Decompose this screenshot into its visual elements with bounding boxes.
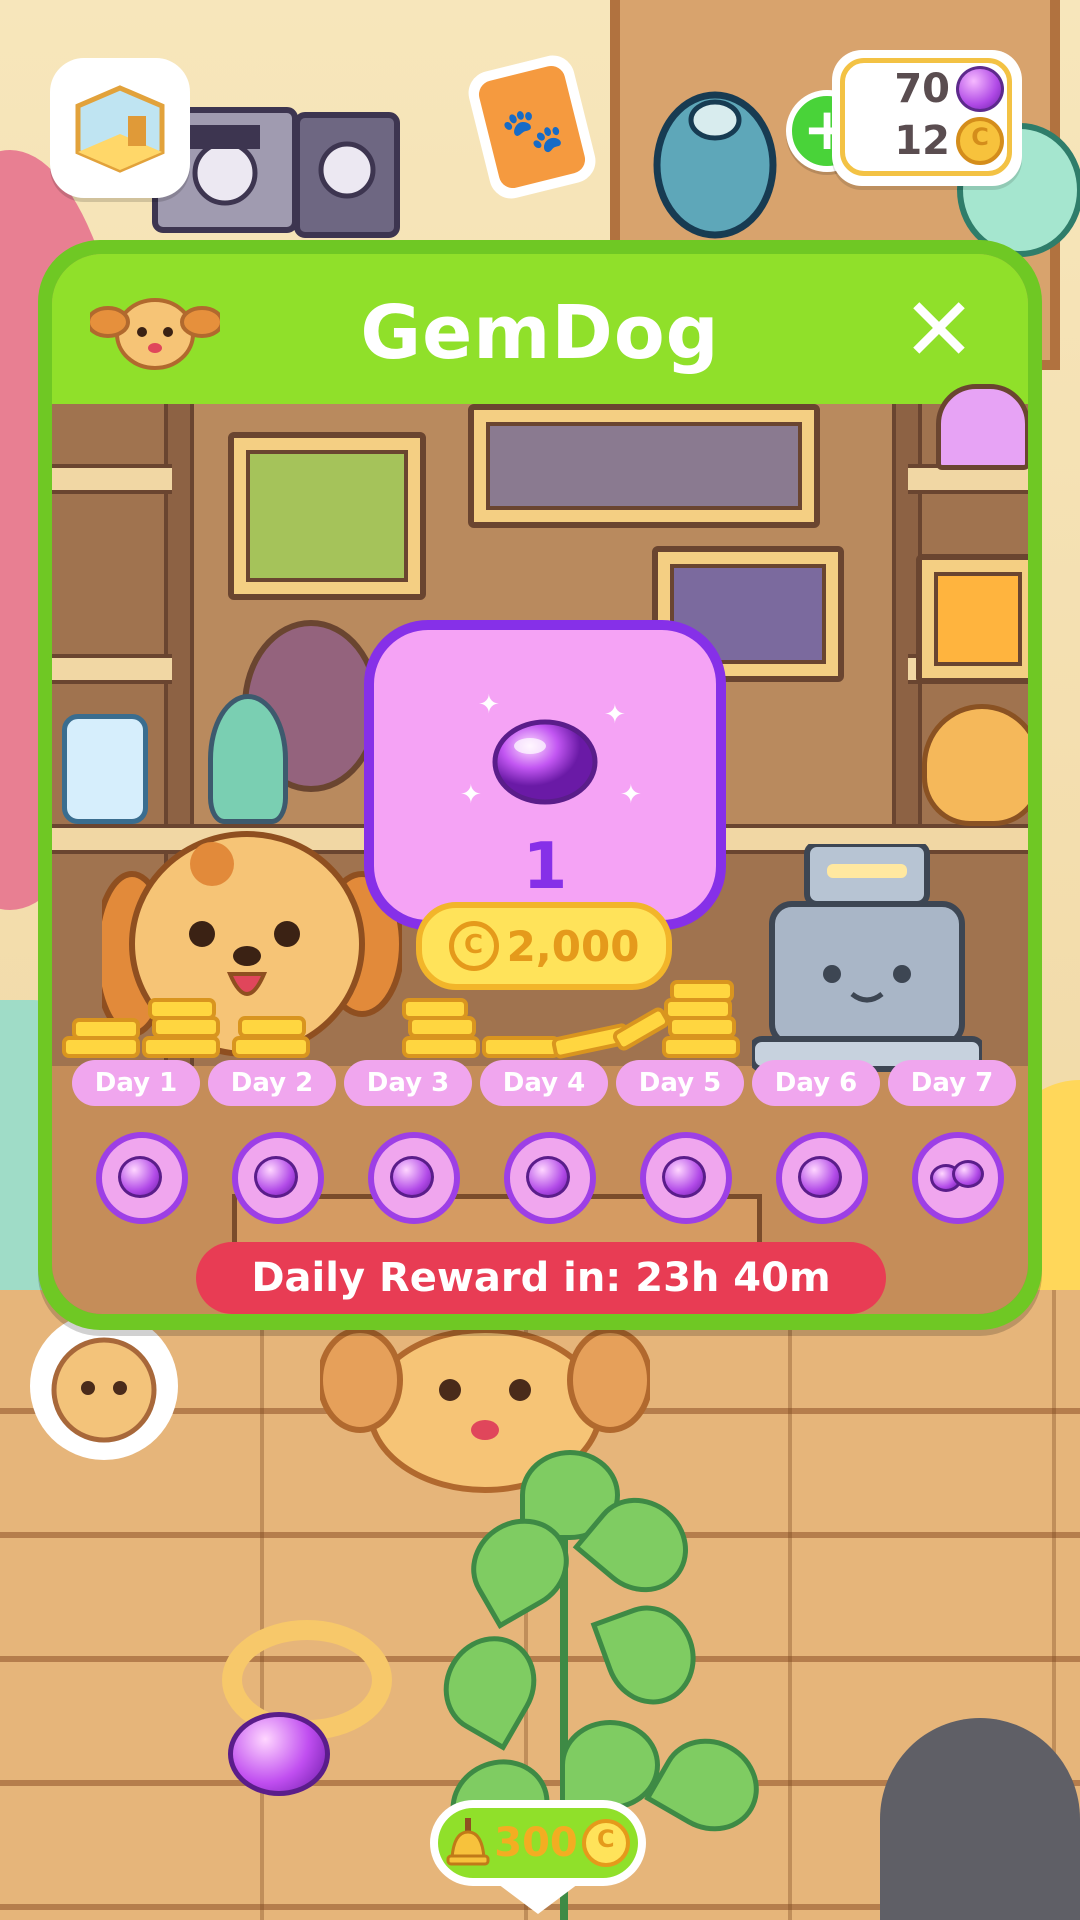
cat-portrait-button[interactable] [30, 1312, 178, 1460]
coin-icon: C [956, 117, 1004, 165]
buy-price-button[interactable]: C 2,000 [416, 902, 672, 990]
day-6-reward: Day 6 [752, 1060, 880, 1224]
bell-icon [446, 1818, 490, 1866]
coin-balance: 12 C [894, 116, 1004, 166]
sparkle-icon: ✦ [460, 780, 482, 810]
modal-title: GemDog [360, 290, 720, 376]
gray-robot-creature [880, 1718, 1080, 1920]
gem-dome [936, 384, 1028, 470]
gem-icon [254, 1156, 298, 1198]
sparkle-icon: ✦ [604, 700, 626, 730]
gem-icon [118, 1156, 162, 1198]
modal-header: GemDog ✕ [52, 254, 1028, 404]
room-cube-icon [75, 85, 165, 173]
day-gem-badge [640, 1132, 732, 1224]
coin-count: 12 [894, 118, 950, 164]
day-gem-pile-badge [912, 1132, 1004, 1224]
gem-icon [390, 1156, 434, 1198]
close-button[interactable]: ✕ [898, 286, 980, 374]
day-gem-badge [368, 1132, 460, 1224]
gem-sack [922, 704, 1028, 826]
sparkle-icon: ✦ [620, 780, 642, 810]
milk-jar [62, 714, 148, 824]
price-value: 2,000 [506, 921, 640, 971]
cash-register [752, 844, 982, 1072]
gem-icon [492, 719, 598, 805]
day-7-reward: Day 7 [888, 1060, 1016, 1224]
blue-owl-creature [653, 91, 777, 239]
day-1-reward: Day 1 [72, 1060, 200, 1224]
reward-quantity: 1 [522, 830, 568, 904]
day-5-reward: Day 5 [616, 1060, 744, 1224]
day-gem-badge [232, 1132, 324, 1224]
close-icon: ✕ [902, 278, 976, 381]
fish-painting [916, 554, 1028, 684]
day-label: Day 2 [208, 1060, 336, 1106]
bell-cost: 300 [494, 1820, 578, 1866]
cat-face-icon [51, 1337, 157, 1443]
gem-icon [662, 1156, 706, 1198]
floor-gem-pickup[interactable] [228, 1712, 330, 1796]
day-label: Day 4 [480, 1060, 608, 1106]
paw-icon: 🐾 [497, 96, 569, 166]
day-4-reward: Day 4 [480, 1060, 608, 1224]
day-3-reward: Day 3 [344, 1060, 472, 1224]
potato-painting [468, 404, 820, 528]
bell-call-button[interactable]: 300 C [430, 1800, 646, 1914]
mugshot-frame-2 [294, 112, 400, 238]
gem-icon [526, 1156, 570, 1198]
gem-count: 70 [894, 66, 950, 112]
coin-icon: C [581, 1819, 630, 1867]
cat-painting [228, 432, 426, 600]
day-gem-badge [96, 1132, 188, 1224]
currency-panel: 70 12 C [832, 50, 1022, 186]
day-label: Day 7 [888, 1060, 1016, 1106]
gnome-figure [208, 694, 288, 824]
day-label: Day 6 [752, 1060, 880, 1106]
coin-icon: C [448, 921, 499, 971]
day-label: Day 1 [72, 1060, 200, 1106]
day-label: Day 5 [616, 1060, 744, 1106]
day-gem-badge [504, 1132, 596, 1224]
day-label: Day 3 [344, 1060, 472, 1106]
gem-icon [798, 1156, 842, 1198]
gem-balance: 70 [894, 64, 1004, 114]
gem-icon [956, 66, 1004, 112]
daily-reward-timer: Daily Reward in: 23h 40m [196, 1242, 886, 1314]
gem-offer-card[interactable]: ✦ ✦ ✦ ✦ 1 [364, 620, 726, 930]
room-select-button[interactable] [50, 58, 190, 198]
day-gem-badge [776, 1132, 868, 1224]
day-2-reward: Day 2 [208, 1060, 336, 1224]
